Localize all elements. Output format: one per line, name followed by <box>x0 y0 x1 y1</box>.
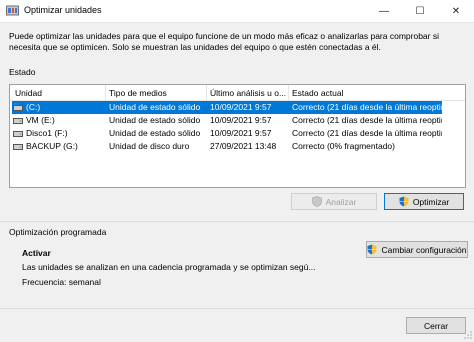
drive-last-analysis: 10/09/2021 9:57 <box>210 115 272 125</box>
maximize-button[interactable]: ☐ <box>402 0 438 22</box>
drive-list[interactable]: Unidad Tipo de medios Último análisis u … <box>9 84 466 188</box>
drive-row[interactable]: (C:) Unidad de estado sólido 10/09/2021 … <box>10 101 465 114</box>
drive-last-analysis: 27/09/2021 13:48 <box>210 141 277 151</box>
close-button[interactable]: Cerrar <box>406 317 466 334</box>
drive-icon <box>13 131 23 137</box>
drive-row[interactable]: Disco1 (F:) Unidad de estado sólido 10/0… <box>10 127 465 140</box>
drive-unit: VM (E:) <box>26 115 55 125</box>
analyze-label: Analizar <box>325 196 357 207</box>
drive-list-header: Unidad Tipo de medios Último análisis u … <box>10 85 465 101</box>
column-header-last-analysis[interactable]: Último análisis u o... <box>210 88 286 98</box>
change-settings-label: Cambiar configuración <box>381 244 467 255</box>
description-text: Puede optimizar las unidades para que el… <box>9 31 439 52</box>
column-header-unit[interactable]: Unidad <box>15 88 103 98</box>
analyze-button[interactable]: Analizar <box>291 193 377 210</box>
drive-unit: Disco1 (F:) <box>26 128 68 138</box>
drive-media-type: Unidad de estado sólido <box>109 115 201 125</box>
close-window-button[interactable]: ✕ <box>438 0 474 22</box>
scheduled-state: Activar <box>22 248 51 258</box>
drive-media-type: Unidad de disco duro <box>109 141 190 151</box>
drive-row[interactable]: BACKUP (G:) Unidad de disco duro 27/09/2… <box>10 140 465 153</box>
scheduled-section-label: Optimización programada <box>9 227 107 237</box>
windows-drive-icon <box>13 103 23 111</box>
drive-unit: (C:) <box>26 102 41 112</box>
column-header-media-type[interactable]: Tipo de medios <box>109 88 204 98</box>
drive-status: Correcto (21 días desde la última reopti… <box>292 128 442 138</box>
column-separator[interactable] <box>288 85 289 100</box>
drive-icon <box>13 144 23 150</box>
scheduled-detail: Las unidades se analizan en una cadencia… <box>22 262 316 272</box>
drive-status: Correcto (21 días desde la última reopti… <box>292 102 442 112</box>
drive-last-analysis: 10/09/2021 9:57 <box>210 102 272 112</box>
minimize-button[interactable]: — <box>366 0 402 22</box>
column-separator[interactable] <box>105 85 106 100</box>
optimize-label: Optimizar <box>412 196 450 207</box>
footer-bar <box>0 308 474 342</box>
drive-media-type: Unidad de estado sólido <box>109 102 201 112</box>
section-divider <box>0 221 474 222</box>
shield-icon <box>399 196 409 207</box>
defrag-app-icon <box>6 5 19 16</box>
drive-status: Correcto (21 días desde la última reopti… <box>292 115 442 125</box>
title-bar: Optimizar unidades — ☐ ✕ <box>0 0 474 23</box>
window-title: Optimizar unidades <box>24 5 102 15</box>
column-separator[interactable] <box>206 85 207 100</box>
drive-row[interactable]: VM (E:) Unidad de estado sólido 10/09/20… <box>10 114 465 127</box>
drive-unit: BACKUP (G:) <box>26 141 78 151</box>
column-header-current-status[interactable]: Estado actual <box>292 88 442 98</box>
drive-media-type: Unidad de estado sólido <box>109 128 201 138</box>
change-settings-button[interactable]: Cambiar configuración <box>366 241 468 258</box>
shield-icon <box>311 196 322 207</box>
drive-last-analysis: 10/09/2021 9:57 <box>210 128 272 138</box>
shield-icon <box>367 244 377 255</box>
status-section-label: Estado <box>9 67 36 77</box>
scheduled-frequency: Frecuencia: semanal <box>22 277 101 287</box>
resize-grip-icon[interactable] <box>464 331 472 339</box>
optimize-button[interactable]: Optimizar <box>384 193 464 210</box>
drive-icon <box>13 118 23 124</box>
drive-status: Correcto (0% fragmentado) <box>292 141 395 151</box>
